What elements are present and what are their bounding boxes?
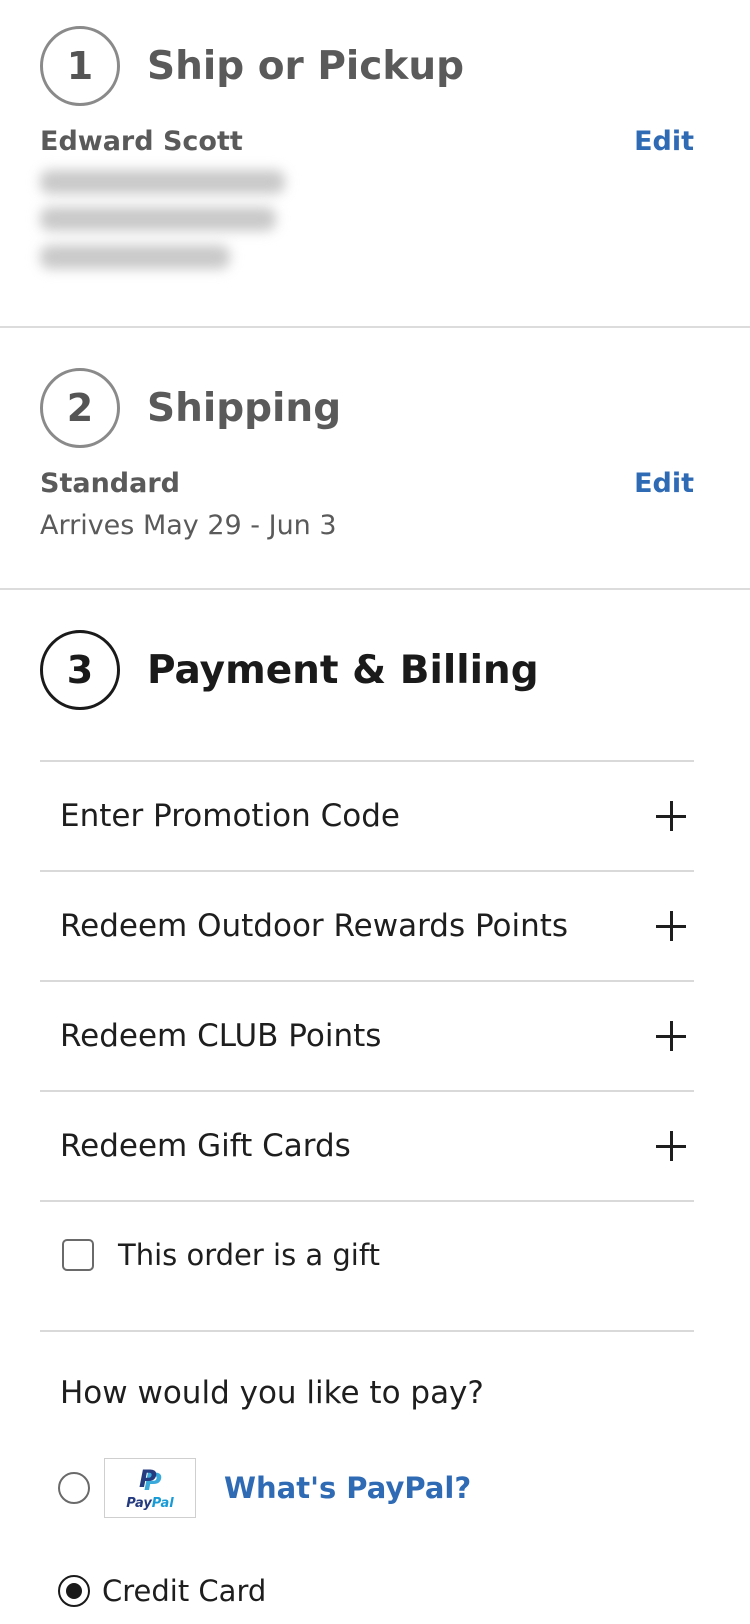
plus-icon (656, 1131, 686, 1161)
customer-name: Edward Scott (40, 126, 243, 157)
accordion-label: Redeem Outdoor Rewards Points (60, 908, 569, 944)
whats-paypal-link[interactable]: What's PayPal? (224, 1471, 471, 1505)
plus-icon (656, 801, 686, 831)
gift-checkbox[interactable] (62, 1239, 94, 1271)
outdoor-rewards-toggle[interactable]: Redeem Outdoor Rewards Points (40, 872, 694, 980)
paypal-radio[interactable] (58, 1472, 90, 1504)
club-points-toggle[interactable]: Redeem CLUB Points (40, 982, 694, 1090)
step-title: Ship or Pickup (147, 43, 465, 89)
row-divider (40, 1330, 694, 1332)
payment-method-question: How would you like to pay? (60, 1375, 484, 1411)
redacted-address-line-2 (40, 207, 276, 231)
accordion-label: Redeem Gift Cards (60, 1128, 351, 1164)
section-divider (0, 326, 750, 328)
accordion-label: Enter Promotion Code (60, 798, 401, 834)
step-number-badge: 3 (40, 630, 120, 710)
section-divider (0, 588, 750, 590)
redacted-phone-line (40, 245, 230, 269)
paypal-wordmark: PayPal (126, 1495, 174, 1511)
credit-card-option[interactable]: Credit Card (58, 1574, 266, 1608)
gift-label: This order is a gift (118, 1238, 380, 1272)
step-shipping-header: 2 Shipping (40, 368, 341, 448)
step-payment-header: 3 Payment & Billing (40, 630, 539, 710)
redacted-address-line-1 (40, 170, 285, 194)
paypal-mark-icon: P P (139, 1464, 162, 1496)
credit-card-radio[interactable] (58, 1575, 90, 1607)
plus-icon (656, 911, 686, 941)
step-ship-or-pickup-header: 1 Ship or Pickup (40, 26, 464, 106)
plus-icon (656, 1021, 686, 1051)
step-number-badge: 1 (40, 26, 120, 106)
row-divider (40, 1200, 694, 1202)
shipping-method: Standard (40, 468, 180, 499)
gift-option[interactable]: This order is a gift (62, 1238, 380, 1272)
promotion-code-toggle[interactable]: Enter Promotion Code (40, 762, 694, 870)
credit-card-label: Credit Card (102, 1574, 267, 1608)
accordion-label: Redeem CLUB Points (60, 1018, 382, 1054)
paypal-option: P P PayPal What's PayPal? (58, 1458, 471, 1518)
step-title: Payment & Billing (147, 647, 539, 693)
step-number-badge: 2 (40, 368, 120, 448)
edit-address-link[interactable]: Edit (634, 126, 694, 157)
paypal-logo[interactable]: P P PayPal (104, 1458, 196, 1518)
arrival-estimate: Arrives May 29 - Jun 3 (40, 510, 337, 541)
gift-cards-toggle[interactable]: Redeem Gift Cards (40, 1092, 694, 1200)
step-title: Shipping (147, 385, 342, 431)
edit-shipping-link[interactable]: Edit (634, 468, 694, 499)
